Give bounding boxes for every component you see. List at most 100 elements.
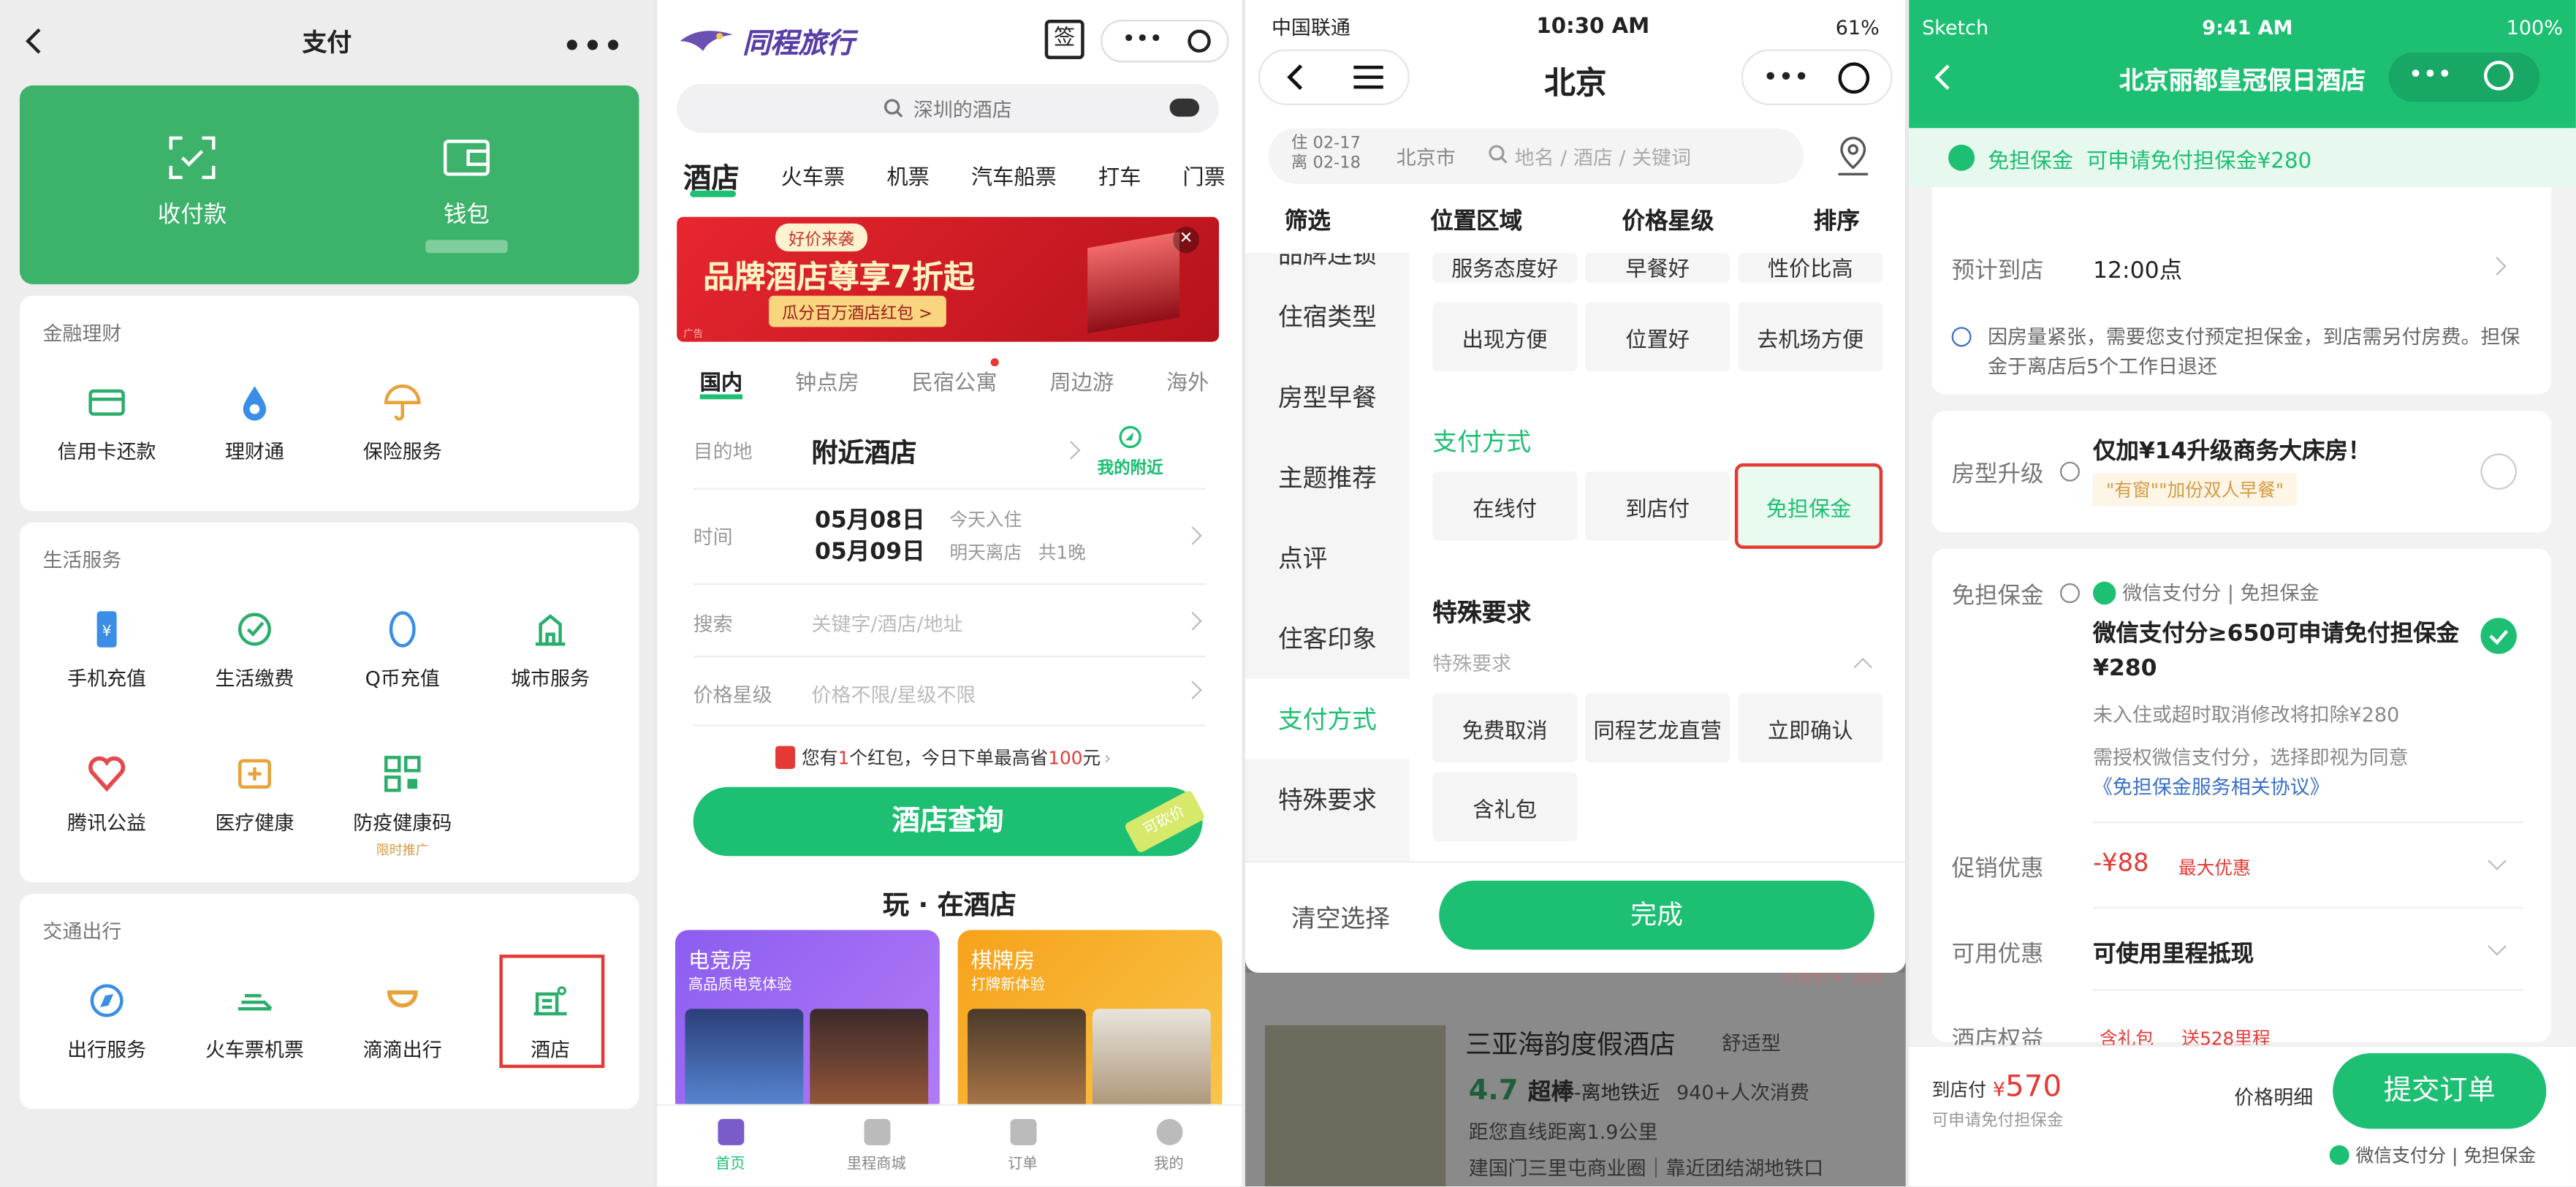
credit-card-repay[interactable]: 信用卡还款 bbox=[33, 382, 181, 466]
didi[interactable]: 滴滴出行 bbox=[329, 979, 476, 1063]
done-button[interactable]: 完成 bbox=[1439, 880, 1874, 950]
tab-mine[interactable]: 我的 bbox=[1095, 1106, 1242, 1186]
phone-recharge[interactable]: ¥ 手机充值 bbox=[33, 608, 181, 692]
medical[interactable]: 医疗健康 bbox=[181, 753, 328, 837]
more-icon[interactable]: ••• bbox=[563, 29, 624, 64]
chip-pay-at-hotel[interactable]: 到店付 bbox=[1585, 471, 1730, 541]
tab-nearby-trip[interactable]: 周边游 bbox=[1049, 365, 1114, 396]
collect-pay-button[interactable]: 收付款 bbox=[110, 134, 275, 230]
keyword-row[interactable]: 搜索 关键字/酒店/地址 bbox=[693, 585, 1207, 658]
highlight-box bbox=[499, 955, 605, 1069]
tab-train[interactable]: 火车票 bbox=[781, 159, 846, 191]
chip-value[interactable]: 性价比高 bbox=[1738, 253, 1883, 283]
close-miniapp-icon[interactable] bbox=[1838, 62, 1870, 94]
capsule-menu: ••• bbox=[2388, 52, 2540, 102]
chip-location[interactable]: 位置好 bbox=[1585, 302, 1730, 372]
orders-icon bbox=[1009, 1118, 1036, 1145]
tab-domestic[interactable]: 国内 bbox=[700, 365, 742, 396]
promo-banner[interactable]: 好价来袭 品牌酒店尊享7折起 瓜分百万酒店红包 > 广告 ✕ bbox=[677, 216, 1220, 342]
price-row[interactable]: 价格星级 价格不限/星级不限 bbox=[693, 657, 1207, 727]
charity[interactable]: 腾讯公益 bbox=[33, 753, 181, 837]
chip-online-pay[interactable]: 在线付 bbox=[1432, 471, 1578, 541]
sidebar-item-breakfast[interactable]: 房型早餐 bbox=[1245, 357, 1410, 437]
tab-home[interactable]: 首页 bbox=[657, 1106, 803, 1186]
travel-service[interactable]: 出行服务 bbox=[33, 979, 181, 1063]
price-detail-link[interactable]: 价格明细 bbox=[2234, 1082, 2313, 1110]
insurance[interactable]: 保险服务 bbox=[329, 382, 476, 466]
close-miniapp-icon[interactable] bbox=[1188, 29, 1211, 53]
chip-gift-pack[interactable]: 含礼包 bbox=[1432, 772, 1578, 841]
tab-hourly[interactable]: 钟点房 bbox=[795, 365, 859, 396]
camera-icon[interactable] bbox=[1169, 98, 1200, 117]
date-row[interactable]: 时间 05月08日 今天入住 05月09日 明天离店 共1晚 bbox=[693, 490, 1207, 585]
chip-direct[interactable]: 同程艺龙直营 bbox=[1585, 693, 1730, 763]
checked-icon[interactable] bbox=[2480, 618, 2517, 654]
agreement-link[interactable]: 《免担保金服务相关协议》 bbox=[2093, 773, 2330, 800]
sidebar-item-brand[interactable]: 品牌连锁 bbox=[1245, 253, 1410, 276]
licaitong[interactable]: 理财通 bbox=[181, 382, 328, 466]
tab-orders[interactable]: 订单 bbox=[949, 1106, 1095, 1186]
health-code[interactable]: 防疫健康码 限时推广 bbox=[329, 753, 476, 860]
chip-transport[interactable]: 出现方便 bbox=[1432, 302, 1578, 372]
redpacket-tip[interactable]: 您有 1 个红包，今日下单最高省 100 元 › bbox=[775, 744, 1112, 770]
esports-room-card[interactable]: 电竞房 高品质电竞体验 bbox=[675, 930, 940, 1115]
sidebar-item-theme[interactable]: 主题推荐 bbox=[1245, 437, 1410, 517]
filter-tab[interactable]: 筛选 bbox=[1285, 204, 1331, 237]
city-service[interactable]: 城市服务 bbox=[476, 608, 624, 692]
hotel-search-button[interactable]: 酒店查询 bbox=[693, 786, 1203, 857]
chevron-down-icon[interactable] bbox=[2488, 937, 2507, 956]
tab-bus[interactable]: 汽车船票 bbox=[971, 159, 1057, 191]
qcoin[interactable]: Q币充值 bbox=[329, 608, 476, 692]
tab-homestay[interactable]: 民宿公寓 bbox=[912, 365, 998, 396]
heart-icon bbox=[88, 756, 126, 792]
chip-airport[interactable]: 去机场方便 bbox=[1738, 302, 1883, 372]
more-icon[interactable]: ••• bbox=[1763, 61, 1809, 92]
close-miniapp-icon[interactable] bbox=[2483, 61, 2514, 91]
tab-taxi[interactable]: 打车 bbox=[1098, 159, 1141, 191]
sidebar-item-special[interactable]: 特殊要求 bbox=[1245, 759, 1410, 840]
submit-order-button[interactable]: 提交订单 bbox=[2333, 1053, 2547, 1129]
more-icon[interactable]: ••• bbox=[2409, 59, 2452, 88]
location-tab[interactable]: 位置区域 bbox=[1430, 204, 1522, 237]
chess-room-card[interactable]: 棋牌房 打牌新体验 bbox=[957, 930, 1223, 1115]
sign-in-button[interactable]: 签 bbox=[1044, 19, 1084, 59]
chip-breakfast[interactable]: 早餐好 bbox=[1585, 253, 1730, 283]
chip-instant-confirm[interactable]: 立即确认 bbox=[1738, 693, 1883, 763]
utilities[interactable]: 生活缴费 bbox=[181, 608, 328, 692]
train-tickets[interactable]: 火车票机票 bbox=[181, 979, 328, 1063]
sort-tab[interactable]: 排序 bbox=[1814, 204, 1860, 237]
map-pin-icon[interactable] bbox=[1834, 134, 1873, 177]
my-nearby-button[interactable]: 我的附近 bbox=[1098, 424, 1163, 478]
upgrade-checkbox[interactable] bbox=[2480, 453, 2517, 490]
price-tab[interactable]: 价格星级 bbox=[1622, 204, 1714, 237]
chevron-left-icon[interactable] bbox=[23, 28, 42, 54]
chip-no-deposit[interactable]: 免担保金 bbox=[1734, 463, 1883, 549]
tab-overseas[interactable]: 海外 bbox=[1166, 365, 1209, 396]
help-icon[interactable] bbox=[2059, 461, 2080, 482]
life-section: 生活服务 ¥ 手机充值 生活缴费 Q币充值 城市服务 腾讯公益 医疗健康 防疫健康… bbox=[19, 522, 639, 883]
search-bar[interactable]: 住 02-17 离 02-18 北京市 地名 / 酒店 / 关键词 bbox=[1268, 128, 1804, 184]
help-icon[interactable] bbox=[2059, 583, 2080, 604]
search-bar[interactable]: 深圳的酒店 bbox=[677, 83, 1220, 134]
upgrade-card[interactable]: 房型升级 仅加¥14升级商务大床房！ "有窗""加份双人早餐" bbox=[1931, 411, 2552, 533]
sidebar-item-review[interactable]: 点评 bbox=[1245, 517, 1410, 598]
more-icon[interactable]: ••• bbox=[1122, 26, 1163, 53]
arrival-time[interactable]: 12:00点 bbox=[2093, 253, 2182, 286]
sidebar-item-type[interactable]: 住宿类型 bbox=[1245, 276, 1410, 357]
destination-row[interactable]: 目的地 附近酒店 我的附近 bbox=[693, 414, 1207, 490]
tab-tickets[interactable]: 门票 bbox=[1182, 159, 1225, 191]
tab-flight[interactable]: 机票 bbox=[886, 159, 929, 191]
status-bar: Sketch 9:41 AM 100% bbox=[1922, 16, 2563, 39]
tab-hotel[interactable]: 酒店 bbox=[683, 154, 739, 196]
chip-free-cancel[interactable]: 免费取消 bbox=[1432, 693, 1578, 763]
wallet-button[interactable]: 钱包 bbox=[384, 134, 549, 254]
sidebar-item-impression[interactable]: 住客印象 bbox=[1245, 598, 1410, 678]
tab-mall[interactable]: 里程商城 bbox=[803, 1106, 949, 1186]
chip-service[interactable]: 服务态度好 bbox=[1432, 253, 1578, 283]
chevron-up-icon[interactable] bbox=[1853, 657, 1872, 677]
chevron-down-icon[interactable] bbox=[2488, 852, 2507, 871]
sidebar-item-payment[interactable]: 支付方式 bbox=[1245, 678, 1410, 759]
clear-button[interactable]: 清空选择 bbox=[1291, 900, 1390, 935]
city-selector[interactable]: 北京市 bbox=[1397, 143, 1456, 171]
close-icon[interactable]: ✕ bbox=[1173, 227, 1200, 254]
